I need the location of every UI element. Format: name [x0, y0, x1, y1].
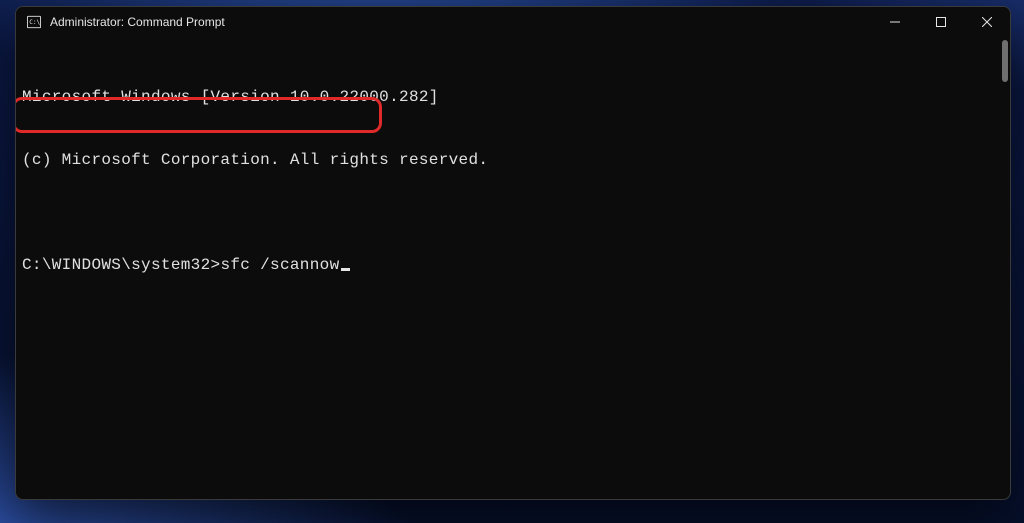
vertical-scrollbar[interactable]: [1002, 40, 1008, 82]
window-title: Administrator: Command Prompt: [50, 7, 225, 37]
prompt-line: C:\WINDOWS\system32>sfc /scannow: [22, 255, 998, 276]
copyright-line: (c) Microsoft Corporation. All rights re…: [22, 150, 998, 171]
text-cursor: [341, 268, 350, 271]
window-controls: [872, 7, 1010, 37]
close-button[interactable]: [964, 7, 1010, 37]
minimize-button[interactable]: [872, 7, 918, 37]
maximize-button[interactable]: [918, 7, 964, 37]
cmd-window: C:\ Administrator: Command Prompt Micros…: [15, 6, 1011, 500]
terminal-output[interactable]: Microsoft Windows [Version 10.0.22000.28…: [16, 37, 1010, 499]
titlebar[interactable]: C:\ Administrator: Command Prompt: [16, 7, 1010, 37]
cmd-icon: C:\: [26, 14, 42, 30]
prompt-path: C:\WINDOWS\system32>: [22, 256, 220, 274]
typed-command: sfc /scannow: [220, 256, 339, 274]
version-line: Microsoft Windows [Version 10.0.22000.28…: [22, 87, 998, 108]
svg-text:C:\: C:\: [29, 19, 40, 26]
